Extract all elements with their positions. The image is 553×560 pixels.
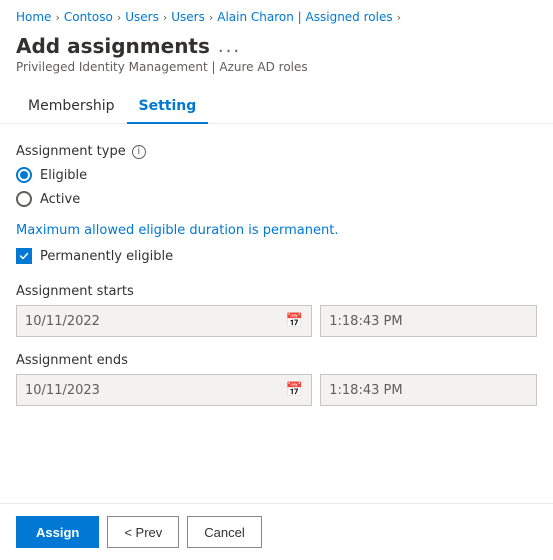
tab-setting[interactable]: Setting	[127, 90, 209, 124]
assign-button[interactable]: Assign	[16, 516, 99, 548]
permanently-eligible-checkbox[interactable]	[16, 248, 32, 264]
breadcrumb-sep: ›	[163, 11, 167, 24]
assignment-ends-row: 10/11/2023 📅 1:18:43 PM	[16, 374, 537, 406]
page-title: Add assignments ...	[16, 34, 537, 58]
page-title-text: Add assignments	[16, 34, 210, 58]
footer: Assign < Prev Cancel	[0, 503, 553, 560]
breadcrumb-users1[interactable]: Users	[125, 10, 159, 24]
breadcrumb-sep: ›	[397, 11, 401, 24]
assignment-starts-time-input[interactable]: 1:18:43 PM	[320, 305, 537, 337]
assignment-ends-label: Assignment ends	[16, 353, 537, 368]
assignment-ends-date-input[interactable]: 10/11/2023 📅	[16, 374, 312, 406]
permanently-eligible-row[interactable]: Permanently eligible	[16, 248, 537, 264]
cancel-button[interactable]: Cancel	[187, 516, 261, 548]
breadcrumb: Home › Contoso › Users › Users › Alain C…	[0, 0, 553, 30]
checkmark-icon	[19, 251, 29, 261]
assignment-starts-date-input[interactable]: 10/11/2022 📅	[16, 305, 312, 337]
tab-membership[interactable]: Membership	[16, 90, 127, 124]
calendar-icon-starts[interactable]: 📅	[286, 313, 303, 329]
breadcrumb-assigned-roles[interactable]: Alain Charon | Assigned roles	[217, 10, 392, 24]
radio-eligible-indicator	[16, 167, 32, 183]
radio-active-label: Active	[40, 192, 80, 207]
assignment-ends-date-value: 10/11/2023	[25, 383, 100, 398]
assignment-starts-label: Assignment starts	[16, 284, 537, 299]
page-title-ellipsis[interactable]: ...	[218, 36, 241, 57]
breadcrumb-contoso[interactable]: Contoso	[64, 10, 113, 24]
assignment-ends-section: Assignment ends 10/11/2023 📅 1:18:43 PM	[16, 353, 537, 406]
radio-eligible[interactable]: Eligible	[16, 167, 537, 183]
breadcrumb-sep: ›	[55, 11, 59, 24]
page-subtitle: Privileged Identity Management | Azure A…	[16, 60, 537, 74]
prev-button[interactable]: < Prev	[107, 516, 179, 548]
breadcrumb-sep: ›	[209, 11, 213, 24]
breadcrumb-home[interactable]: Home	[16, 10, 51, 24]
tabs-container: Membership Setting	[0, 90, 553, 124]
assignment-starts-time-value: 1:18:43 PM	[329, 314, 402, 329]
radio-eligible-label: Eligible	[40, 168, 87, 183]
assignment-type-field: Assignment type i	[16, 144, 537, 159]
assignment-starts-row: 10/11/2022 📅 1:18:43 PM	[16, 305, 537, 337]
assignment-ends-time-value: 1:18:43 PM	[329, 383, 402, 398]
permanently-eligible-label: Permanently eligible	[40, 249, 173, 264]
page-header: Add assignments ... Privileged Identity …	[0, 30, 553, 82]
info-message: Maximum allowed eligible duration is per…	[16, 223, 537, 238]
assignment-starts-date-value: 10/11/2022	[25, 314, 100, 329]
radio-group-assignment-type: Eligible Active	[16, 167, 537, 207]
assignment-type-info-icon[interactable]: i	[132, 145, 146, 159]
assignment-type-label: Assignment type	[16, 144, 126, 159]
calendar-icon-ends[interactable]: 📅	[286, 382, 303, 398]
radio-active[interactable]: Active	[16, 191, 537, 207]
radio-active-indicator	[16, 191, 32, 207]
breadcrumb-sep: ›	[117, 11, 121, 24]
breadcrumb-users2[interactable]: Users	[171, 10, 205, 24]
assignment-starts-section: Assignment starts 10/11/2022 📅 1:18:43 P…	[16, 284, 537, 337]
form-content: Assignment type i Eligible Active Maximu…	[0, 124, 553, 442]
assignment-ends-time-input[interactable]: 1:18:43 PM	[320, 374, 537, 406]
